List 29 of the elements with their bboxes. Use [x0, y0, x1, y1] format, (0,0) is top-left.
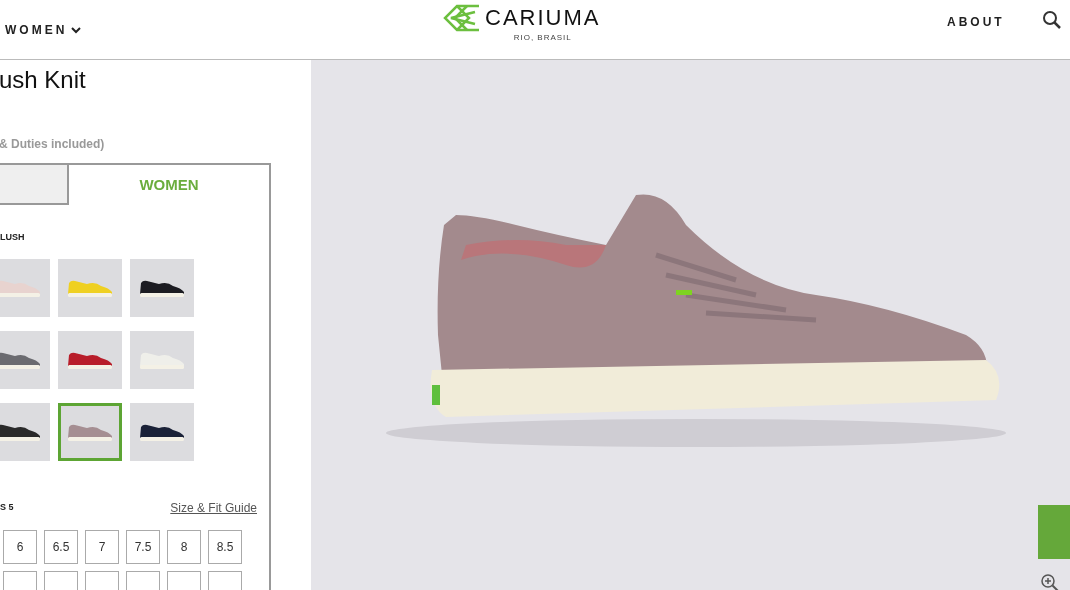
about-link[interactable]: ABOUT — [947, 13, 1005, 31]
color-swatch[interactable] — [0, 258, 50, 317]
color-swatch[interactable] — [130, 402, 194, 461]
color-swatch[interactable] — [58, 330, 122, 389]
color-swatch[interactable] — [0, 402, 50, 461]
logo-tagline: RIO, BRASIL — [513, 32, 572, 44]
chevron-down-icon — [71, 25, 82, 34]
price-note: & Duties included) — [0, 136, 106, 153]
color-label: LUSH — [0, 231, 26, 244]
gender-tab[interactable] — [0, 165, 69, 205]
size-option[interactable]: 6 — [3, 529, 37, 564]
size-option[interactable]: 7 — [85, 529, 119, 564]
logo-name: CARIUMA — [485, 4, 601, 32]
size-option[interactable]: 7.5 — [126, 529, 160, 564]
color-swatch[interactable] — [130, 258, 194, 317]
zoom-in-icon[interactable] — [1040, 573, 1060, 590]
search-icon[interactable] — [1042, 10, 1062, 30]
leaf-logo-icon — [443, 4, 481, 32]
product-title: ush Knit — [0, 65, 87, 95]
size-guide-link[interactable]: Size & Fit Guide — [170, 498, 257, 517]
color-swatch[interactable] — [0, 330, 50, 389]
color-swatch[interactable] — [58, 402, 122, 461]
size-option[interactable]: 6.5 — [44, 529, 78, 564]
women-menu[interactable]: WOMEN — [5, 20, 82, 39]
color-swatch[interactable] — [130, 330, 194, 389]
size-label: S 5 — [0, 500, 14, 514]
color-swatch[interactable] — [58, 258, 122, 317]
size-option[interactable]: 8 — [167, 529, 201, 564]
size-option[interactable]: 8.5 — [208, 529, 242, 564]
